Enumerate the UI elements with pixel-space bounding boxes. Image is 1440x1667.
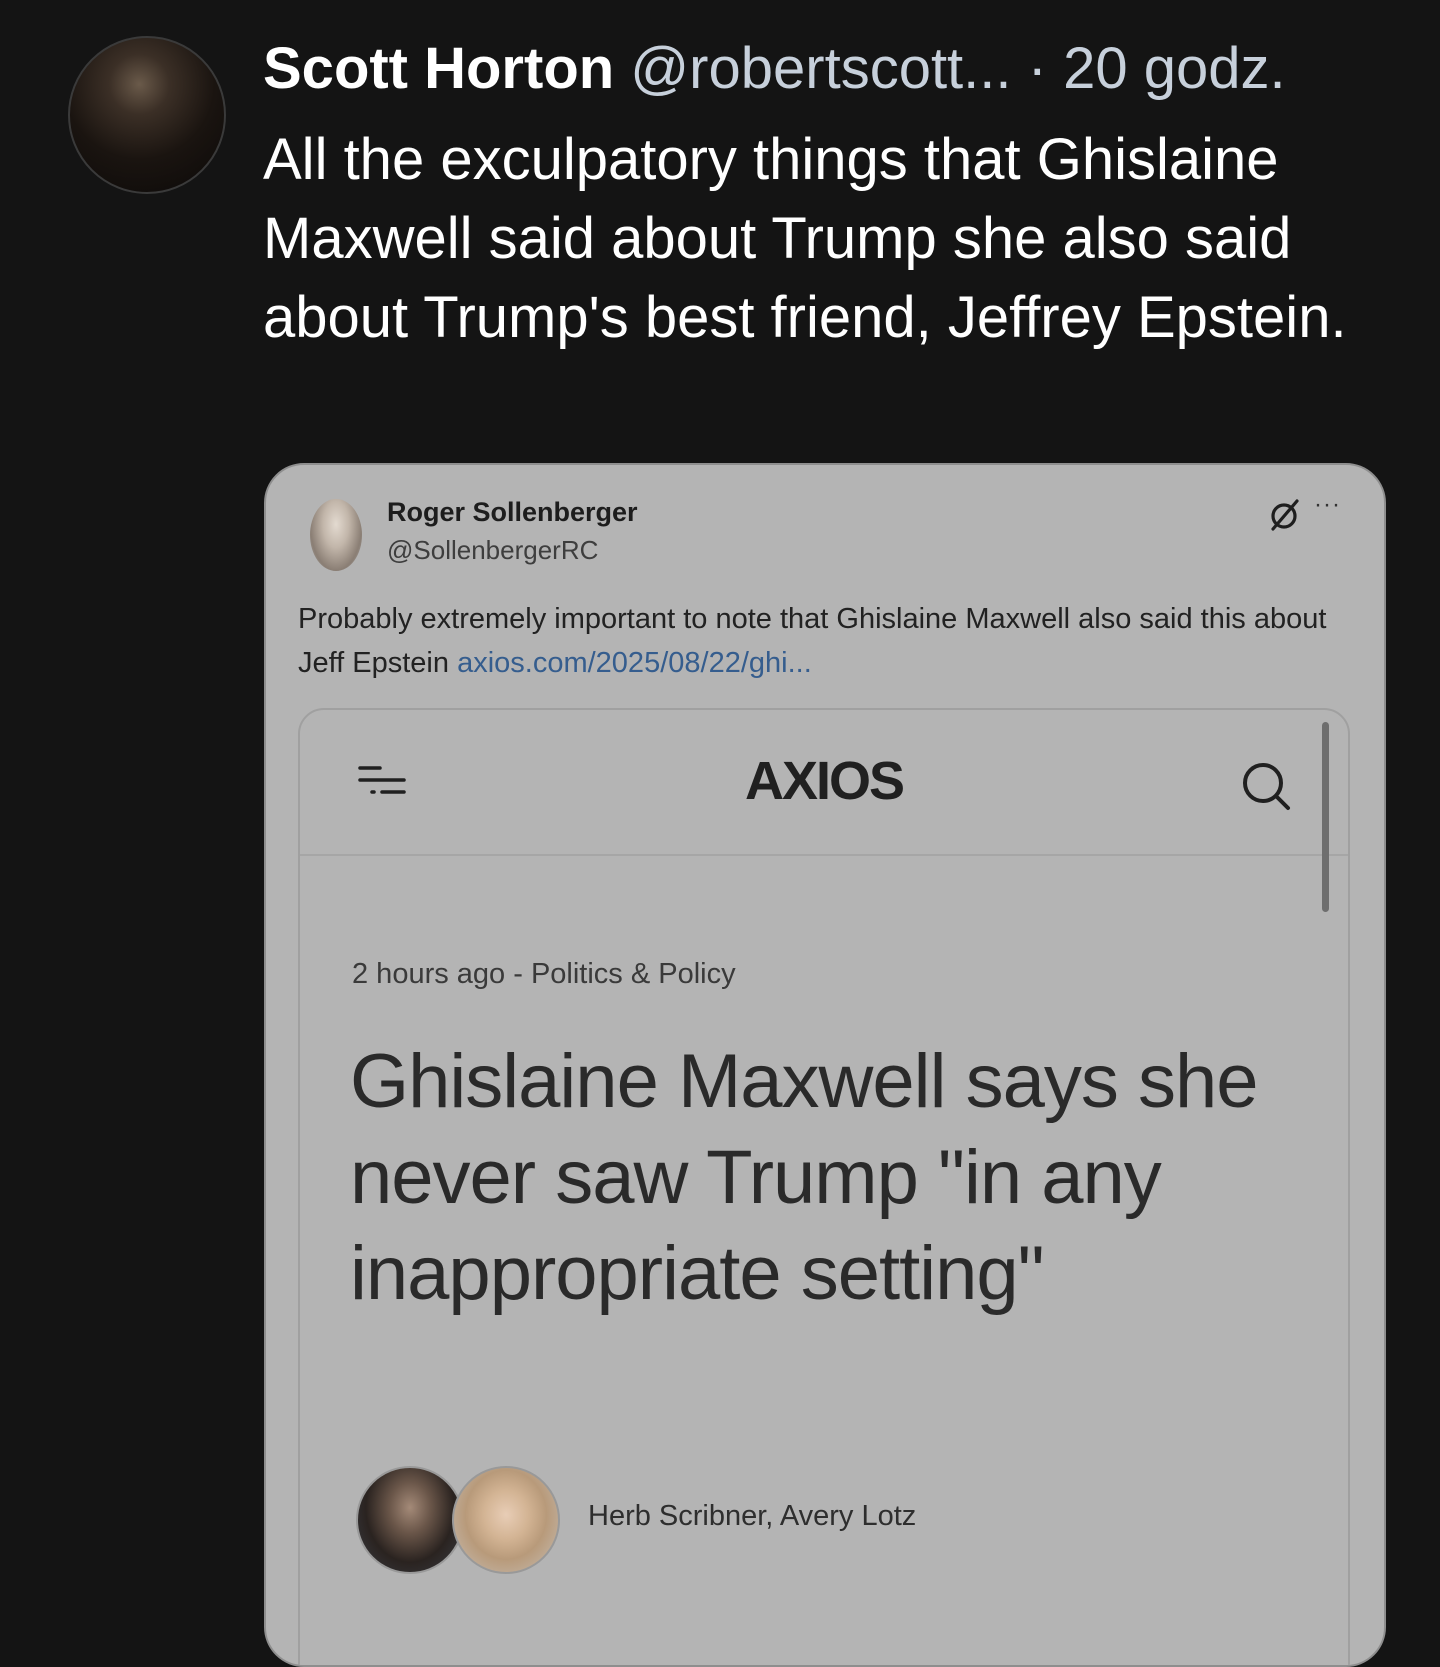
- search-icon: [1243, 763, 1290, 810]
- quoted-author-avatar[interactable]: [310, 499, 362, 571]
- tweet-header: Scott Horton @robertscott... · 20 godz.: [263, 34, 1286, 104]
- article-meta: 2 hours ago - Politics & Policy: [352, 958, 736, 990]
- header-separator: ·: [1027, 36, 1047, 101]
- axios-logo: AXIOS: [300, 750, 1348, 812]
- author-photo: [452, 1466, 560, 1574]
- author-avatar[interactable]: [68, 36, 226, 194]
- scrollbar: [1322, 722, 1329, 912]
- grok-icon[interactable]: [1264, 495, 1304, 535]
- axios-header: AXIOS: [300, 710, 1348, 856]
- more-icon[interactable]: ···: [1314, 491, 1341, 519]
- tweet-time[interactable]: 20 godz.: [1063, 36, 1286, 101]
- tweet-text: All the exculpatory things that Ghislain…: [263, 127, 1347, 350]
- author-handle[interactable]: @robertscott...: [630, 36, 1011, 101]
- quoted-author-handle[interactable]: @SollenbergerRC: [387, 535, 598, 566]
- axios-logo-text: AXIOS: [744, 751, 905, 811]
- quoted-link[interactable]: axios.com/2025/08/22/ghi...: [457, 647, 812, 679]
- quoted-author-name[interactable]: Roger Sollenberger: [387, 497, 638, 528]
- quoted-text-body: Probably extremely important to note tha…: [298, 603, 1327, 679]
- article-screenshot: AXIOS 2 hours ago - Politics & Policy Gh…: [298, 708, 1350, 1665]
- quoted-tweet-card[interactable]: Roger Sollenberger @SollenbergerRC ··· P…: [264, 463, 1386, 1667]
- author-photo: [356, 1466, 464, 1574]
- quoted-tweet-text: Probably extremely important to note tha…: [298, 597, 1328, 685]
- article-authors: Herb Scribner, Avery Lotz: [588, 1500, 917, 1532]
- article-headline: Ghislaine Maxwell says she never saw Tru…: [350, 1039, 1259, 1316]
- author-name[interactable]: Scott Horton: [263, 36, 614, 101]
